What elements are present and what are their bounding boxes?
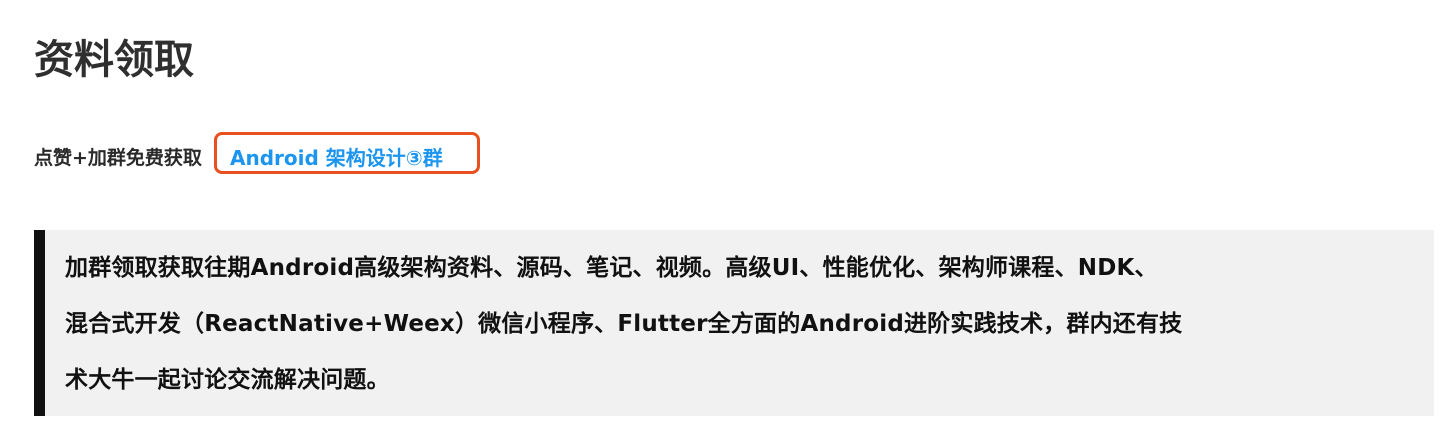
- group-link[interactable]: Android 架构设计③群: [230, 140, 443, 176]
- quote-block: 加群领取获取往期Android高级架构资料、源码、笔记、视频。高级UI、性能优化…: [34, 230, 1434, 416]
- intro-text: 点赞+加群免费获取: [34, 147, 202, 169]
- page-title: 资料领取: [34, 37, 194, 83]
- intro-line: 点赞+加群免费获取 Android 架构设计③群: [34, 132, 480, 176]
- quote-line-1: 加群领取获取往期Android高级架构资料、源码、笔记、视频。高级UI、性能优化…: [65, 255, 1158, 281]
- quote-line-2: 混合式开发（ReactNative+Weex）微信小程序、Flutter全方面的…: [65, 311, 1183, 337]
- quote-text: 加群领取获取往期Android高级架构资料、源码、笔记、视频。高级UI、性能优化…: [65, 240, 1414, 408]
- quote-line-3: 术大牛一起讨论交流解决问题。: [65, 367, 390, 393]
